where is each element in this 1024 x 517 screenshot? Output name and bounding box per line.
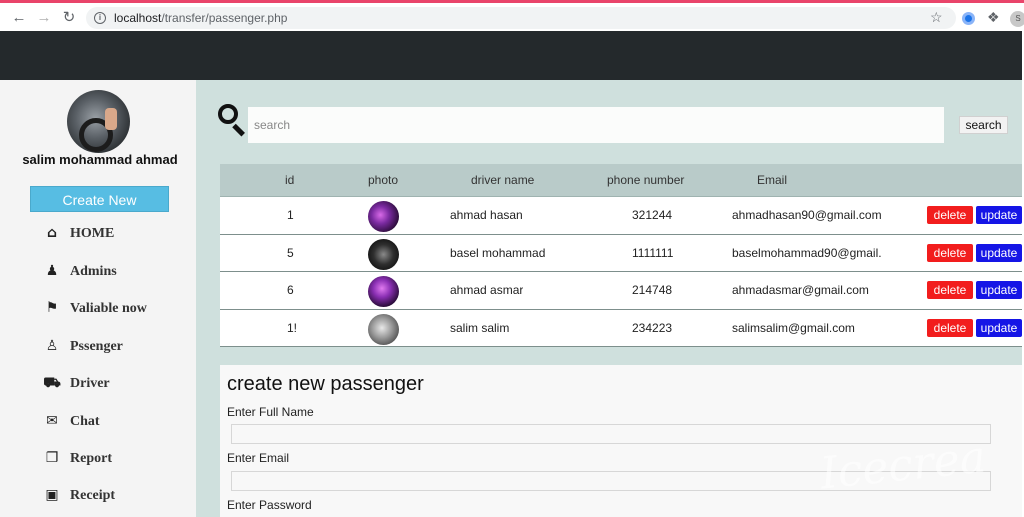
sidebar-item-label: Driver — [70, 376, 110, 391]
sidebar-item-label: Pssenger — [70, 339, 123, 354]
update-button[interactable]: update — [976, 281, 1022, 299]
cell-phone: 321244 — [632, 208, 673, 222]
comments-icon: ✉ — [46, 413, 58, 429]
password-label: Enter Password — [227, 498, 312, 512]
driver-photo — [368, 201, 399, 232]
cell-email: ahmadasmar@gmail.com — [732, 283, 869, 297]
url-text: localhost/transfer/passenger.php — [114, 11, 287, 25]
cell-id: 5 — [287, 245, 294, 260]
search-icon — [218, 104, 245, 137]
cell-phone: 234223 — [632, 320, 673, 335]
cell-driver-name: ahmad asmar — [450, 283, 524, 297]
search-button[interactable]: search — [959, 116, 1008, 134]
cell-driver-name: salim salim — [450, 320, 510, 335]
extension-icon[interactable] — [962, 12, 975, 25]
copy-icon: ❐ — [45, 450, 59, 466]
search-handle-shape — [232, 123, 245, 137]
table-row: 1! salim salim 234223 salimsalim@gmail.c… — [220, 309, 1022, 347]
money-bill-icon: ▣ — [45, 487, 59, 503]
map-marker-icon: ⚑ — [45, 300, 59, 316]
sidebar-item-valiable-now[interactable]: ⚑ Valiable now — [40, 300, 147, 320]
header-driver-name: driver name — [471, 173, 535, 187]
user-tie-icon: ♟ — [45, 263, 59, 279]
reload-icon[interactable]: ↻ — [60, 9, 78, 27]
top-header — [0, 31, 1022, 80]
table-row: 6 ahmad asmar 214748 ahmadasmar@gmail.co… — [220, 272, 1022, 310]
cell-phone: 214748 — [632, 283, 673, 297]
delete-button[interactable]: delete — [927, 206, 973, 224]
back-arrow-icon[interactable]: ← — [10, 9, 28, 27]
cell-id: 6 — [287, 283, 294, 297]
header-email: Email — [757, 173, 788, 187]
sidebar-item-label: Valiable now — [70, 301, 147, 316]
search-input[interactable] — [248, 107, 944, 143]
bookmark-star-icon[interactable]: ☆ — [930, 9, 943, 26]
sidebar-item-home[interactable]: ⌂ HOME — [40, 225, 114, 245]
driver-photo — [368, 238, 399, 270]
cell-id: 1! — [287, 320, 297, 335]
forward-arrow-icon[interactable]: → — [35, 9, 53, 27]
sidebar-item-admins[interactable]: ♟ Admins — [40, 263, 117, 283]
passenger-table: id photo driver name phone number Email … — [220, 164, 1022, 347]
address-bar[interactable]: i localhost/transfer/passenger.php — [86, 7, 956, 29]
header-id: id — [285, 173, 295, 187]
hand-shape — [105, 108, 117, 130]
sidebar-item-driver[interactable]: ⛟ Driver — [40, 375, 110, 395]
person-icon: ♙ — [45, 338, 59, 354]
full-name-input[interactable] — [231, 424, 991, 444]
browser-toolbar: ← → ↻ i localhost/transfer/passenger.php… — [0, 0, 1024, 31]
url-path: /transfer/passenger.php — [161, 11, 288, 25]
sidebar-item-receipt[interactable]: ▣ Receipt — [40, 487, 115, 507]
profile-avatar[interactable]: S — [1010, 11, 1024, 27]
form-title: create new passenger — [227, 373, 424, 395]
puzzle-icon[interactable]: ❖ — [987, 9, 1000, 26]
user-name: salim mohammad ahmad — [22, 152, 178, 167]
update-button[interactable]: update — [976, 206, 1022, 224]
cell-driver-name: ahmad hasan — [450, 208, 523, 222]
update-button[interactable]: update — [976, 243, 1022, 262]
driver-photo — [368, 313, 399, 345]
table-row: 5 basel mohammad 1111111 baselmohammad90… — [220, 234, 1022, 272]
full-name-label: Enter Full Name — [227, 405, 314, 419]
header-phone-number: phone number — [607, 173, 685, 187]
table-header: id photo driver name phone number Email — [220, 164, 1022, 197]
delete-button[interactable]: delete — [927, 318, 973, 337]
table-row: 1 ahmad hasan 321244 ahmadhasan90@gmail.… — [220, 197, 1022, 235]
sidebar-item-label: Report — [70, 451, 112, 466]
sidebar-item-label: Chat — [70, 414, 100, 429]
cell-email: baselmohammad90@gmail. — [732, 245, 882, 260]
car-icon: ⛟ — [43, 375, 61, 391]
sidebar-item-label: Receipt — [70, 488, 116, 503]
sidebar-item-label: Admins — [70, 264, 117, 279]
cell-driver-name: basel mohammad — [450, 245, 546, 260]
info-icon[interactable]: i — [94, 12, 106, 24]
sidebar-item-chat[interactable]: ✉ Chat — [40, 413, 100, 433]
update-button[interactable]: update — [976, 318, 1022, 337]
delete-button[interactable]: delete — [927, 281, 973, 299]
sidebar-item-passenger[interactable]: ♙ Pssenger — [40, 338, 123, 358]
create-new-button[interactable]: Create New — [30, 186, 169, 212]
driver-photo — [368, 276, 399, 307]
home-icon: ⌂ — [46, 225, 58, 241]
sidebar-item-label: HOME — [70, 226, 115, 241]
search-lens-shape — [218, 104, 238, 124]
cell-id: 1 — [287, 208, 294, 222]
delete-button[interactable]: delete — [927, 243, 973, 262]
email-label: Enter Email — [227, 451, 290, 465]
sidebar: salim mohammad ahmad Create New ⌂ HOME ♟ A… — [0, 80, 196, 517]
header-photo: photo — [368, 173, 399, 187]
sidebar-item-report[interactable]: ❐ Report — [40, 450, 112, 470]
url-host: localhost — [114, 11, 162, 25]
cell-email: salimsalim@gmail.com — [732, 320, 855, 335]
cell-phone: 1111111 — [632, 245, 674, 260]
avatar — [67, 90, 130, 153]
cell-email: ahmadhasan90@gmail.com — [732, 208, 882, 222]
